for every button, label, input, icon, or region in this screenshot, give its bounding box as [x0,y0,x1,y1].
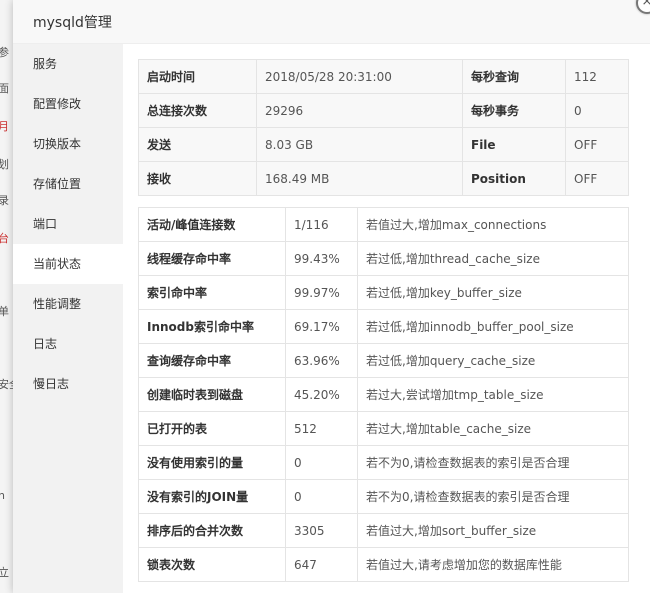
metric-value: 3305 [285,513,358,548]
table-row: 线程缓存命中率 99.43% 若过低,增加thread_cache_size [138,241,629,276]
summary-value: 112 [565,59,629,94]
sidebar-item-storage[interactable]: 存储位置 [13,164,123,204]
metric-name: 锁表次数 [138,547,286,582]
summary-value: OFF [565,161,629,196]
summary-key: 总连接次数 [138,93,257,128]
table-row: 已打开的表 512 若过大,增加table_cache_size [138,411,629,446]
metric-hint: 若不为0,请检查数据表的索引是否合理 [357,479,629,514]
table-row: 活动/峰值连接数 1/116 若值过大,增加max_connections [138,207,629,242]
table-row: 接收 168.49 MB Position OFF [138,161,629,196]
summary-key: 发送 [138,127,257,162]
summary-key: File [462,127,566,162]
background-text: 面 [0,80,9,96]
metric-value: 45.20% [285,377,358,412]
metric-name: 索引命中率 [138,275,286,310]
metric-name: 排序后的合并次数 [138,513,286,548]
mysqld-dialog: mysqld管理 × 服务 配置修改 切换版本 存储位置 端口 当前状态 性能调… [13,0,650,593]
metric-value: 99.97% [285,275,358,310]
sidebar: 服务 配置修改 切换版本 存储位置 端口 当前状态 性能调整 日志 慢日志 [13,44,123,593]
metric-name: 没有索引的JOIN量 [138,479,286,514]
metric-value: 63.96% [285,343,358,378]
sidebar-item-service[interactable]: 服务 [13,44,123,84]
metric-name: 创建临时表到磁盘 [138,377,286,412]
sidebar-item-version[interactable]: 切换版本 [13,124,123,164]
metric-value: 512 [285,411,358,446]
dialog-title: mysqld管理 [13,0,650,44]
summary-value: 8.03 GB [256,127,463,162]
table-row: 总连接次数 29296 每秒事务 0 [138,93,629,128]
metric-name: 已打开的表 [138,411,286,446]
metric-name: 没有使用索引的量 [138,445,286,480]
background-text: n [0,489,5,502]
sidebar-item-performance[interactable]: 性能调整 [13,284,123,324]
table-row: 启动时间 2018/05/28 20:31:00 每秒查询 112 [138,59,629,94]
summary-key: 启动时间 [138,59,257,94]
metric-hint: 若值过大,增加max_connections [357,207,629,242]
metric-hint: 若过低,增加key_buffer_size [357,275,629,310]
background-text: 安全 [0,376,13,392]
metric-hint: 若过大,增加table_cache_size [357,411,629,446]
table-row: 创建临时表到磁盘 45.20% 若过大,尝试增加tmp_table_size [138,377,629,412]
metric-value: 99.43% [285,241,358,276]
summary-value: 168.49 MB [256,161,463,196]
background-text: 立 [0,564,9,580]
summary-key: 接收 [138,161,257,196]
metric-hint: 若值过大,请考虑增加您的数据库性能 [357,547,629,582]
metric-value: 0 [285,479,358,514]
metric-name: Innodb索引命中率 [138,309,286,344]
sidebar-item-slow-log[interactable]: 慢日志 [13,364,123,404]
sidebar-item-config[interactable]: 配置修改 [13,84,123,124]
metric-hint: 若过大,尝试增加tmp_table_size [357,377,629,412]
table-row: 发送 8.03 GB File OFF [138,127,629,162]
table-row: 查询缓存命中率 63.96% 若过低,增加query_cache_size [138,343,629,378]
summary-value: 2018/05/28 20:31:00 [256,59,463,94]
table-row: 锁表次数 647 若值过大,请考虑增加您的数据库性能 [138,547,629,582]
metric-value: 1/116 [285,207,358,242]
summary-key: 每秒事务 [462,93,566,128]
background-page: 参 面 月 划 录 台 单 安全 n 立 [0,0,14,593]
background-text: 台 [0,230,9,246]
background-text: 录 [0,192,9,208]
summary-value: 29296 [256,93,463,128]
metric-name: 线程缓存命中率 [138,241,286,276]
background-text: 参 [0,44,9,60]
summary-key: 每秒查询 [462,59,566,94]
table-row: 没有索引的JOIN量 0 若不为0,请检查数据表的索引是否合理 [138,479,629,514]
background-text: 单 [0,303,9,319]
background-text: 划 [0,156,9,172]
summary-value: OFF [565,127,629,162]
metric-hint: 若值过大,增加sort_buffer_size [357,513,629,548]
metric-hint: 若不为0,请检查数据表的索引是否合理 [357,445,629,480]
summary-key: Position [462,161,566,196]
sidebar-item-status[interactable]: 当前状态 [13,244,123,284]
sidebar-item-port[interactable]: 端口 [13,204,123,244]
metric-hint: 若过低,增加query_cache_size [357,343,629,378]
metric-hint: 若过低,增加innodb_buffer_pool_size [357,309,629,344]
metric-value: 0 [285,445,358,480]
metric-name: 查询缓存命中率 [138,343,286,378]
table-row: 没有使用索引的量 0 若不为0,请检查数据表的索引是否合理 [138,445,629,480]
metric-value: 647 [285,547,358,582]
summary-value: 0 [565,93,629,128]
table-row: 排序后的合并次数 3305 若值过大,增加sort_buffer_size [138,513,629,548]
status-content: 启动时间 2018/05/28 20:31:00 每秒查询 112 总连接次数 … [138,59,629,582]
background-text: 月 [0,118,9,134]
summary-table: 启动时间 2018/05/28 20:31:00 每秒查询 112 总连接次数 … [138,59,629,196]
table-row: 索引命中率 99.97% 若过低,增加key_buffer_size [138,275,629,310]
metric-hint: 若过低,增加thread_cache_size [357,241,629,276]
metric-name: 活动/峰值连接数 [138,207,286,242]
table-row: Innodb索引命中率 69.17% 若过低,增加innodb_buffer_p… [138,309,629,344]
sidebar-item-log[interactable]: 日志 [13,324,123,364]
metric-value: 69.17% [285,309,358,344]
metrics-table: 活动/峰值连接数 1/116 若值过大,增加max_connections 线程… [138,207,629,582]
